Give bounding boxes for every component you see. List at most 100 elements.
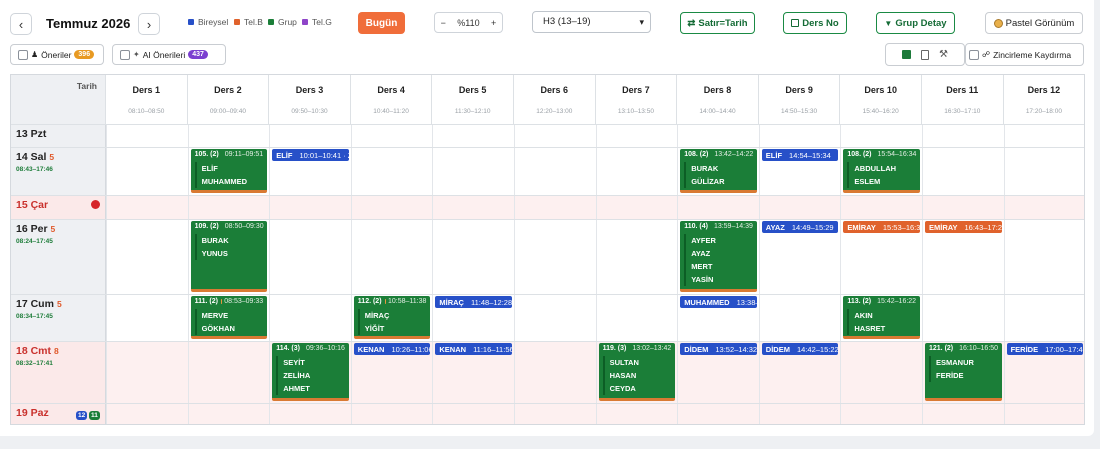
grid-line [106,220,107,294]
next-month-button[interactable]: › [138,13,160,35]
grid-line [514,342,515,403]
clipboard-icon[interactable] [921,49,930,60]
lesson-number-button[interactable]: Ders No [783,12,847,34]
day-cell: 18 Cmt 8 08:32–17:41 [11,342,106,403]
group-lesson-card[interactable]: 109. (2) 08:50–09:30 BURAK YUNUS [190,221,268,292]
student-name: YİĞİT [364,324,385,333]
student-list: AYFER AYAZ MERT YASİN [684,234,757,286]
individual-lesson-bar[interactable]: KENAN 10:26–11:06 [353,343,431,355]
pastel-view-button[interactable]: Pastel Görünüm [985,12,1083,34]
student-name: AHMET [283,384,310,393]
grid-line [677,125,679,147]
tools-icon[interactable]: ⚒ [939,49,948,60]
chevron-down-icon: ▾ [639,17,644,27]
student-name: AYAZ [691,249,711,258]
group-lesson-card[interactable]: 114. (3) 09:36–10:16 SEYİT ZELİHA AHMET [272,343,349,401]
group-card-header: 105. (2) 09:11–09:51 [191,149,268,158]
grid-line [758,148,760,195]
grid-line [758,342,760,403]
week-count-badge: 12 [76,411,88,420]
group-time: 08:53–09:33 [224,298,264,305]
grid-line [922,125,923,147]
lesson-name: Ders 6 [540,85,569,95]
student-name: ESMANUR [936,358,974,367]
tel-lesson-bar[interactable]: EMİRAY 15:53–16:33 [843,221,920,233]
group-card-header: 119. (3) 13:02–13:42 [599,343,676,352]
lesson-header: Ders 10 15:40–16:20 [840,75,922,124]
day-label: 13 Pzt [16,128,47,140]
student-name: ABDULLAH [854,164,897,173]
chain-scroll-toggle[interactable]: ☍ Zincirleme Kaydırma [965,43,1084,66]
student-name: ESLEM [854,177,881,186]
ai-suggestions-checkbox[interactable] [120,49,130,60]
today-button[interactable]: Bugün [358,12,405,34]
grid-line [677,342,679,403]
grid-line [1003,196,1005,219]
lesson-name: Ders 3 [295,85,324,95]
group-lesson-card[interactable]: 108. (2) 15:54–16:34 ABDULLAH ESLEM [843,149,920,193]
group-lesson-card[interactable]: 121. (2) 16:10–16:50 ESMANUR FERİDE [925,343,1002,401]
individual-lesson-bar[interactable]: DİDEM 13:52–14:32 [680,343,757,355]
student-list: MERVE GÖKHAN [194,309,268,335]
suggestions-toggle[interactable]: ♟ Öneriler 396 [10,44,104,65]
day-label: 19 Paz [16,407,49,419]
individual-lesson-bar[interactable]: DİDEM 14:42–15:22 [761,343,839,355]
student-name: FERİDE [936,371,964,380]
student-name: HASRET [854,324,886,333]
chain-scroll-checkbox[interactable] [969,49,979,60]
lesson-header: Ders 12 17:20–18:00 [1003,75,1084,124]
row-date-toggle-button[interactable]: ⇄ Satır=Tarih [680,12,755,34]
chain-scroll-label: Zincirleme Kaydırma [993,49,1072,60]
day-lesson-count: 5 [56,299,62,309]
grid-line [922,404,923,424]
grid-line [595,196,597,219]
lesson-name: Ders 4 [377,85,405,95]
excel-icon[interactable] [902,50,912,59]
lesson-time: 11:30–12:10 [454,108,491,115]
group-id: 114. (3) [276,345,300,352]
tel-lesson-bar[interactable]: EMİRAY 16:43–17:23 [925,221,1002,233]
legend-bireysel: Bireysel [188,17,228,27]
prev-month-button[interactable]: ‹ [10,13,32,35]
individual-lesson-bar[interactable]: ELİF 14:54–15:34 [761,149,839,161]
group-lesson-card[interactable]: 110. (4) 13:59–14:39 AYFER AYAZ MERT YASİN [680,221,757,292]
lesson-name: Ders 1 [132,85,161,95]
group-card-header: 114. (3) 09:36–10:16 [272,343,349,352]
student-name: MERT [691,262,713,271]
grid-line [758,125,760,147]
individual-lesson-bar[interactable]: MİRAÇ 11:48–12:28 [435,296,512,308]
individual-lesson-bar[interactable]: AYAZ 14:49–15:29 [761,221,839,233]
group-lesson-card[interactable]: 105. (2) 09:11–09:51 ELİF MUHAMMED [190,149,268,193]
date-column-label: Tarih [76,81,97,91]
student-name: AYFER [691,236,716,245]
suggestions-checkbox[interactable] [18,49,28,60]
zoom-in-button[interactable]: + [491,18,496,28]
ai-suggestions-toggle[interactable]: ✦ AI Önerileri 437 [112,44,226,65]
tool-icons-group: ⚒ [885,43,965,66]
group-lesson-card[interactable]: 113. (2) 15:42–16:22 AKIN HASRET [843,296,920,339]
grid-line [269,125,271,147]
grid-line [187,220,189,294]
group-lesson-card[interactable]: 119. (3) 13:02–13:42 SULTAN HASAN CEYDA [598,343,676,401]
individual-lesson-bar[interactable]: MUHAMMED 13:38–14:18 [680,296,757,308]
individual-lesson-bar[interactable]: FERİDE 17:00–17:40 [1006,343,1084,355]
group-lesson-card[interactable]: 112. (2) 10:58–11:38 MİRAÇ YİĞİT [353,296,431,339]
individual-lesson-bar[interactable]: ELİF 10:01–10:41 · Z [272,149,349,161]
week-select[interactable]: H3 (13–19) ▾ [532,11,651,33]
group-detail-button[interactable]: ▼ Grup Detay [876,12,955,34]
grid-line [432,196,434,219]
grid-line [840,220,842,294]
group-lesson-card[interactable]: 111. (2) 08:53–09:33 MERVE GÖKHAN [190,296,268,339]
grid-line [840,404,842,424]
group-id: 111. (2) [194,298,218,305]
day-row: 15 Çar [11,195,1084,219]
user-icon: ♟ [31,50,39,59]
group-lesson-card[interactable]: 108. (2) 13:42–14:22 BURAK GÜLİZAR [680,149,757,193]
grid-line [514,148,515,195]
group-id: 112. (2) [357,298,382,305]
student-list: SEYİT ZELİHA AHMET [276,356,349,395]
grid-line [840,295,842,341]
individual-lesson-bar[interactable]: KENAN 11:16–11:56 [435,343,512,355]
student-name: DİDEM [684,344,709,354]
zoom-out-button[interactable]: − [441,18,446,28]
